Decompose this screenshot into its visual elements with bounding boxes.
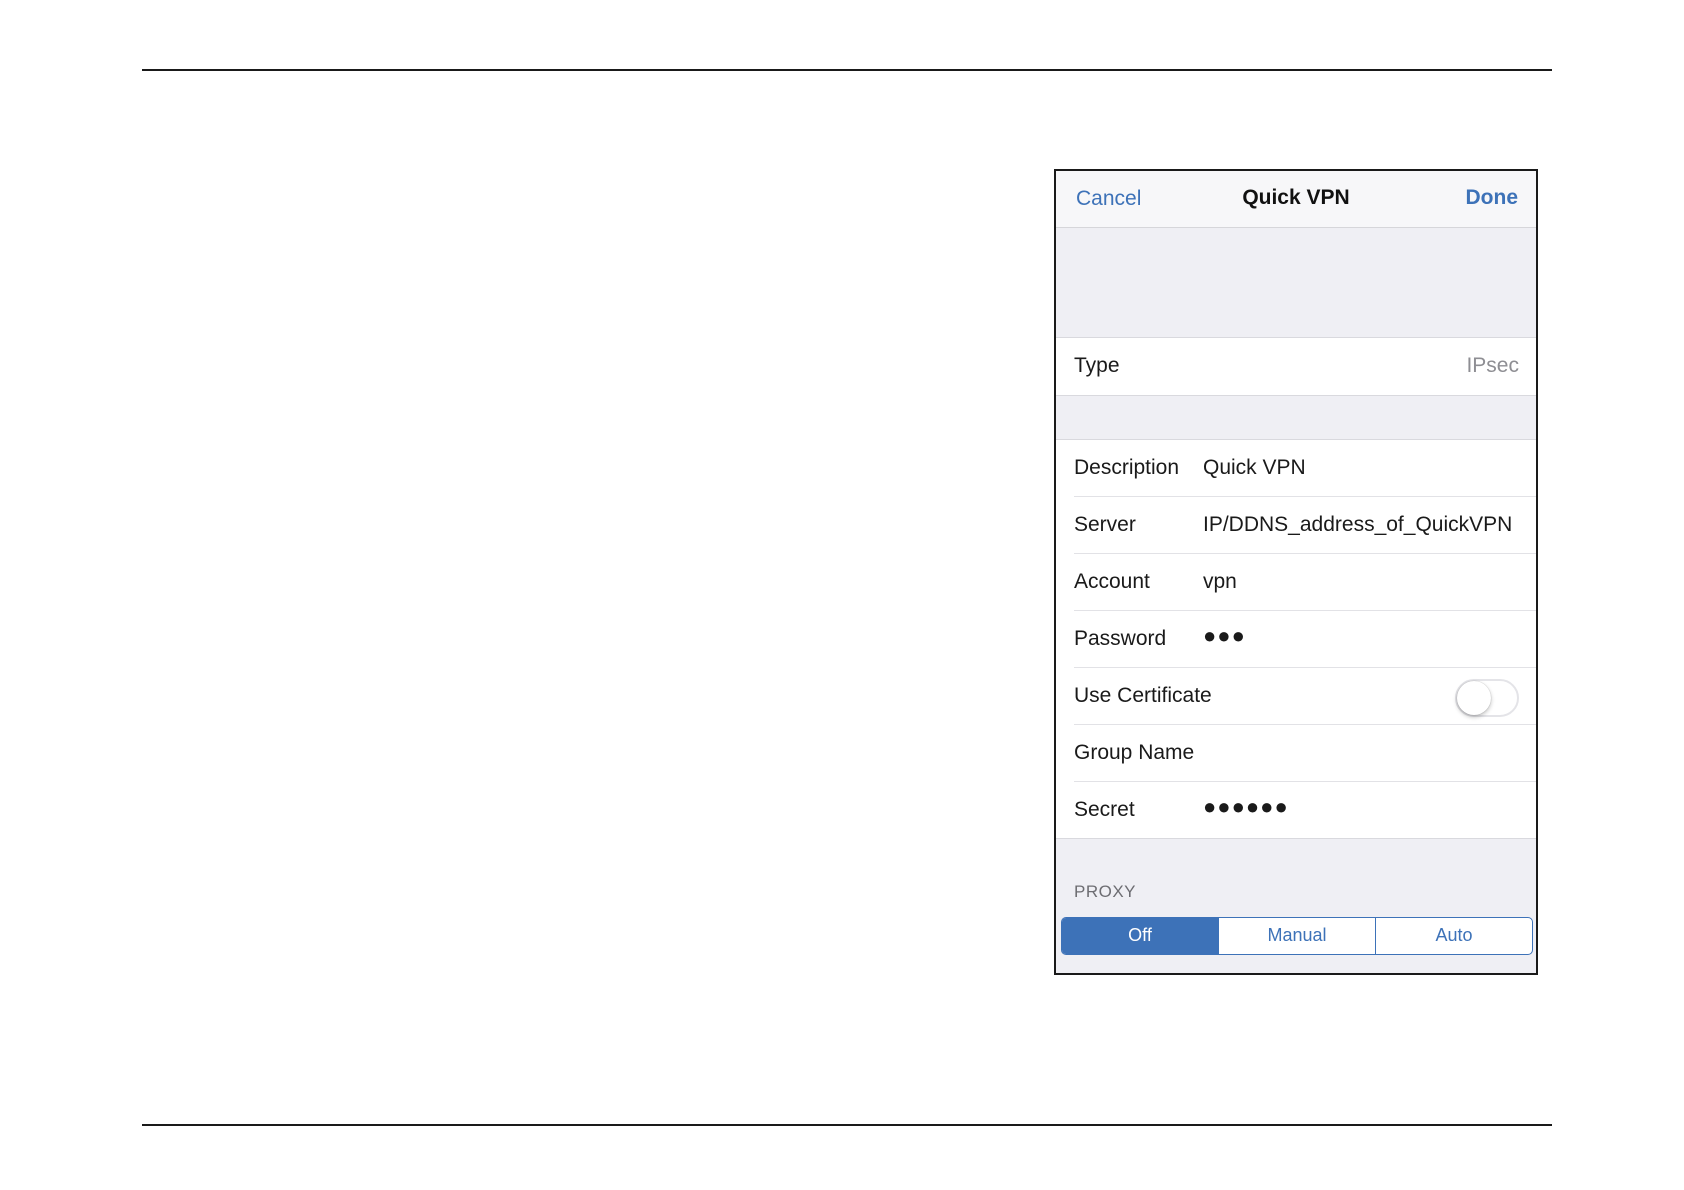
use-certificate-row: Use Certificate — [1056, 668, 1536, 725]
group-name-label: Group Name — [1074, 741, 1195, 764]
password-label: Password — [1074, 627, 1167, 650]
password-row[interactable]: Password ●●● — [1056, 611, 1536, 668]
use-certificate-toggle[interactable] — [1455, 679, 1519, 717]
proxy-off-segment[interactable]: Off — [1062, 918, 1218, 954]
navigation-bar: Cancel Quick VPN Done — [1056, 171, 1536, 228]
account-field[interactable]: vpn — [1203, 570, 1237, 594]
page-top-rule — [142, 69, 1552, 71]
type-row[interactable]: Type IPsec — [1056, 338, 1536, 395]
type-value[interactable]: IPsec — [1466, 354, 1519, 378]
type-group: Type IPsec — [1056, 337, 1536, 396]
page-bottom-rule — [142, 1124, 1552, 1126]
proxy-segmented-control: Off Manual Auto — [1061, 917, 1533, 955]
password-field[interactable]: ●●● — [1203, 623, 1246, 649]
vpn-fields-group: Description Quick VPN Server IP/DDNS_add… — [1056, 439, 1536, 839]
vpn-settings-screen: Cancel Quick VPN Done Type IPsec Descrip… — [1054, 169, 1538, 975]
server-label: Server — [1074, 513, 1136, 536]
account-label: Account — [1074, 570, 1150, 593]
description-row[interactable]: Description Quick VPN — [1056, 440, 1536, 497]
group-name-row[interactable]: Group Name — [1056, 725, 1536, 782]
secret-label: Secret — [1074, 798, 1135, 821]
proxy-auto-segment[interactable]: Auto — [1375, 918, 1532, 954]
proxy-section-header: PROXY — [1074, 882, 1137, 901]
type-label: Type — [1074, 354, 1120, 377]
toggle-knob — [1457, 681, 1491, 715]
use-certificate-label: Use Certificate — [1074, 684, 1212, 707]
server-field[interactable]: IP/DDNS_address_of_QuickVPN — [1203, 513, 1512, 537]
server-row[interactable]: Server IP/DDNS_address_of_QuickVPN — [1056, 497, 1536, 554]
description-label: Description — [1074, 456, 1180, 479]
proxy-manual-segment[interactable]: Manual — [1218, 918, 1375, 954]
secret-row[interactable]: Secret ●●●●●● — [1056, 782, 1536, 839]
secret-field[interactable]: ●●●●●● — [1203, 794, 1289, 820]
account-row[interactable]: Account vpn — [1056, 554, 1536, 611]
done-button[interactable]: Done — [1466, 186, 1519, 210]
description-field[interactable]: Quick VPN — [1203, 456, 1306, 480]
screen-title: Quick VPN — [1242, 186, 1350, 209]
